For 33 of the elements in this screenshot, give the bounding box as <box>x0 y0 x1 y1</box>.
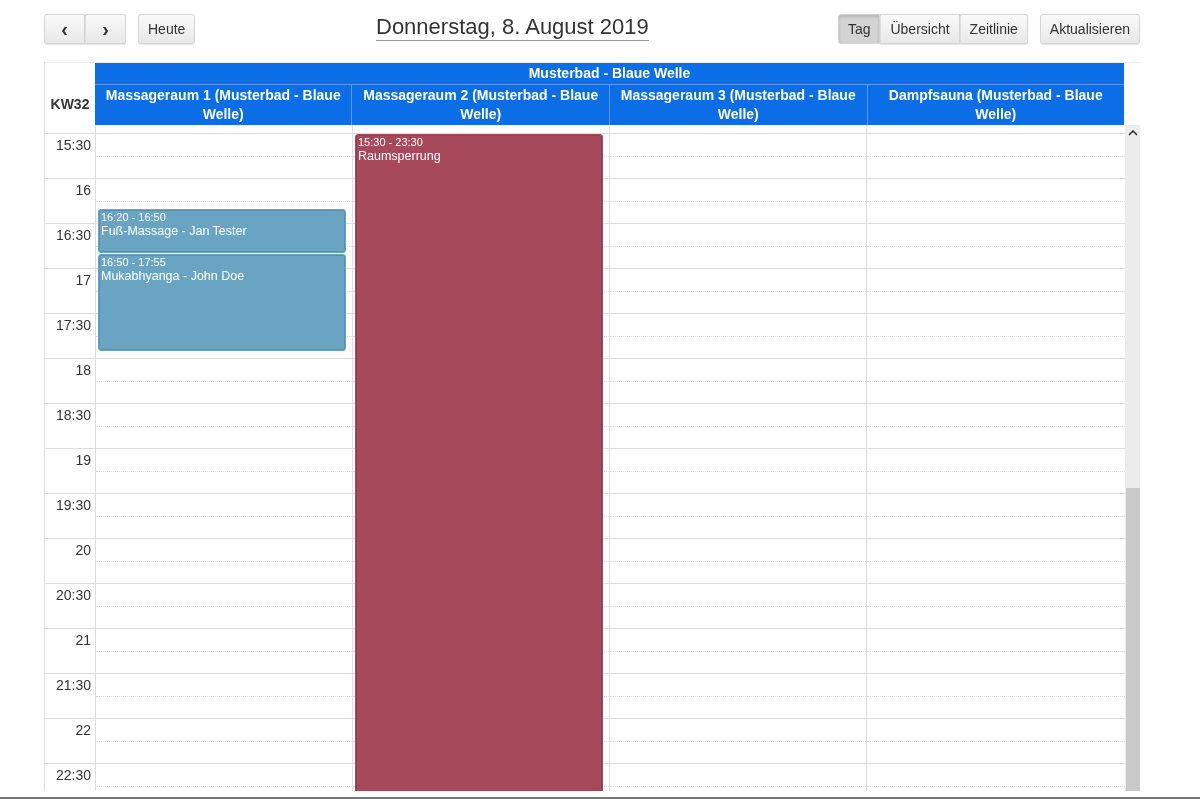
time-label: 21 <box>75 632 91 648</box>
event[interactable]: 15:30 - 23:30 Raumsperrung <box>355 134 603 791</box>
time-label: 16 <box>75 182 91 198</box>
next-button[interactable]: › <box>85 13 126 44</box>
column-header: Dampfsauna (Musterbad - Blaue Welle) <box>866 85 1124 125</box>
time-label: 20:30 <box>55 587 91 603</box>
time-label: 20 <box>75 542 91 558</box>
group-header: Musterbad - Blaue Welle <box>94 63 1124 85</box>
time-label: 18 <box>75 362 91 378</box>
date-title: Donnerstag, 8. August 2019 <box>376 14 649 41</box>
time-label: 22:30 <box>55 767 91 783</box>
time-label: 16:30 <box>55 227 91 243</box>
time-label: 17 <box>75 272 91 288</box>
column-header: Massageraum 1 (Musterbad - Blaue Welle) <box>104 86 342 124</box>
time-label: 15:30 <box>55 137 91 153</box>
scrollbar-thumb[interactable] <box>1126 488 1140 791</box>
time-label: 22 <box>75 722 91 738</box>
scrollbar[interactable] <box>1125 125 1140 791</box>
view-tab[interactable]: Tag <box>837 13 881 44</box>
time-label: 17:30 <box>55 317 91 333</box>
scroll-up-icon[interactable] <box>1128 130 1138 136</box>
time-label: 21:30 <box>55 677 91 693</box>
previous-button[interactable]: ‹ <box>44 13 85 44</box>
view-tab[interactable]: Zeitlinie <box>959 13 1028 44</box>
time-label: 19 <box>75 452 91 468</box>
refresh-button[interactable]: Aktualisieren <box>1039 13 1140 44</box>
time-label: 19:30 <box>55 497 91 513</box>
week-number: KW32 <box>49 95 91 114</box>
view-tab[interactable]: Übersicht <box>880 13 960 44</box>
time-label: 18:30 <box>55 407 91 423</box>
column-header: Massageraum 3 (Musterbad - Blaue Welle) <box>609 85 867 125</box>
column-header: Massageraum 2 (Musterbad - Blaue Welle) <box>351 85 609 125</box>
today-button[interactable]: Heute <box>138 13 196 44</box>
